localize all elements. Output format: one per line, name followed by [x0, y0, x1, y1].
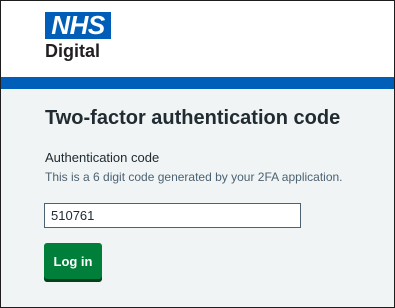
- authentication-code-label: Authentication code: [45, 150, 160, 165]
- page-frame: NHS Digital Two-factor authentication co…: [0, 0, 395, 308]
- header-divider-bar: [1, 77, 394, 89]
- log-in-button[interactable]: Log in: [44, 243, 102, 279]
- main-content: Two-factor authentication code Authentic…: [1, 89, 394, 307]
- authentication-code-input[interactable]: [44, 203, 301, 228]
- nhs-logo[interactable]: NHS: [45, 12, 111, 39]
- site-header: NHS Digital: [1, 1, 394, 77]
- authentication-code-hint: This is a 6 digit code generated by your…: [45, 170, 343, 184]
- logo-subtext: Digital: [45, 41, 101, 61]
- page-title: Two-factor authentication code: [45, 107, 341, 129]
